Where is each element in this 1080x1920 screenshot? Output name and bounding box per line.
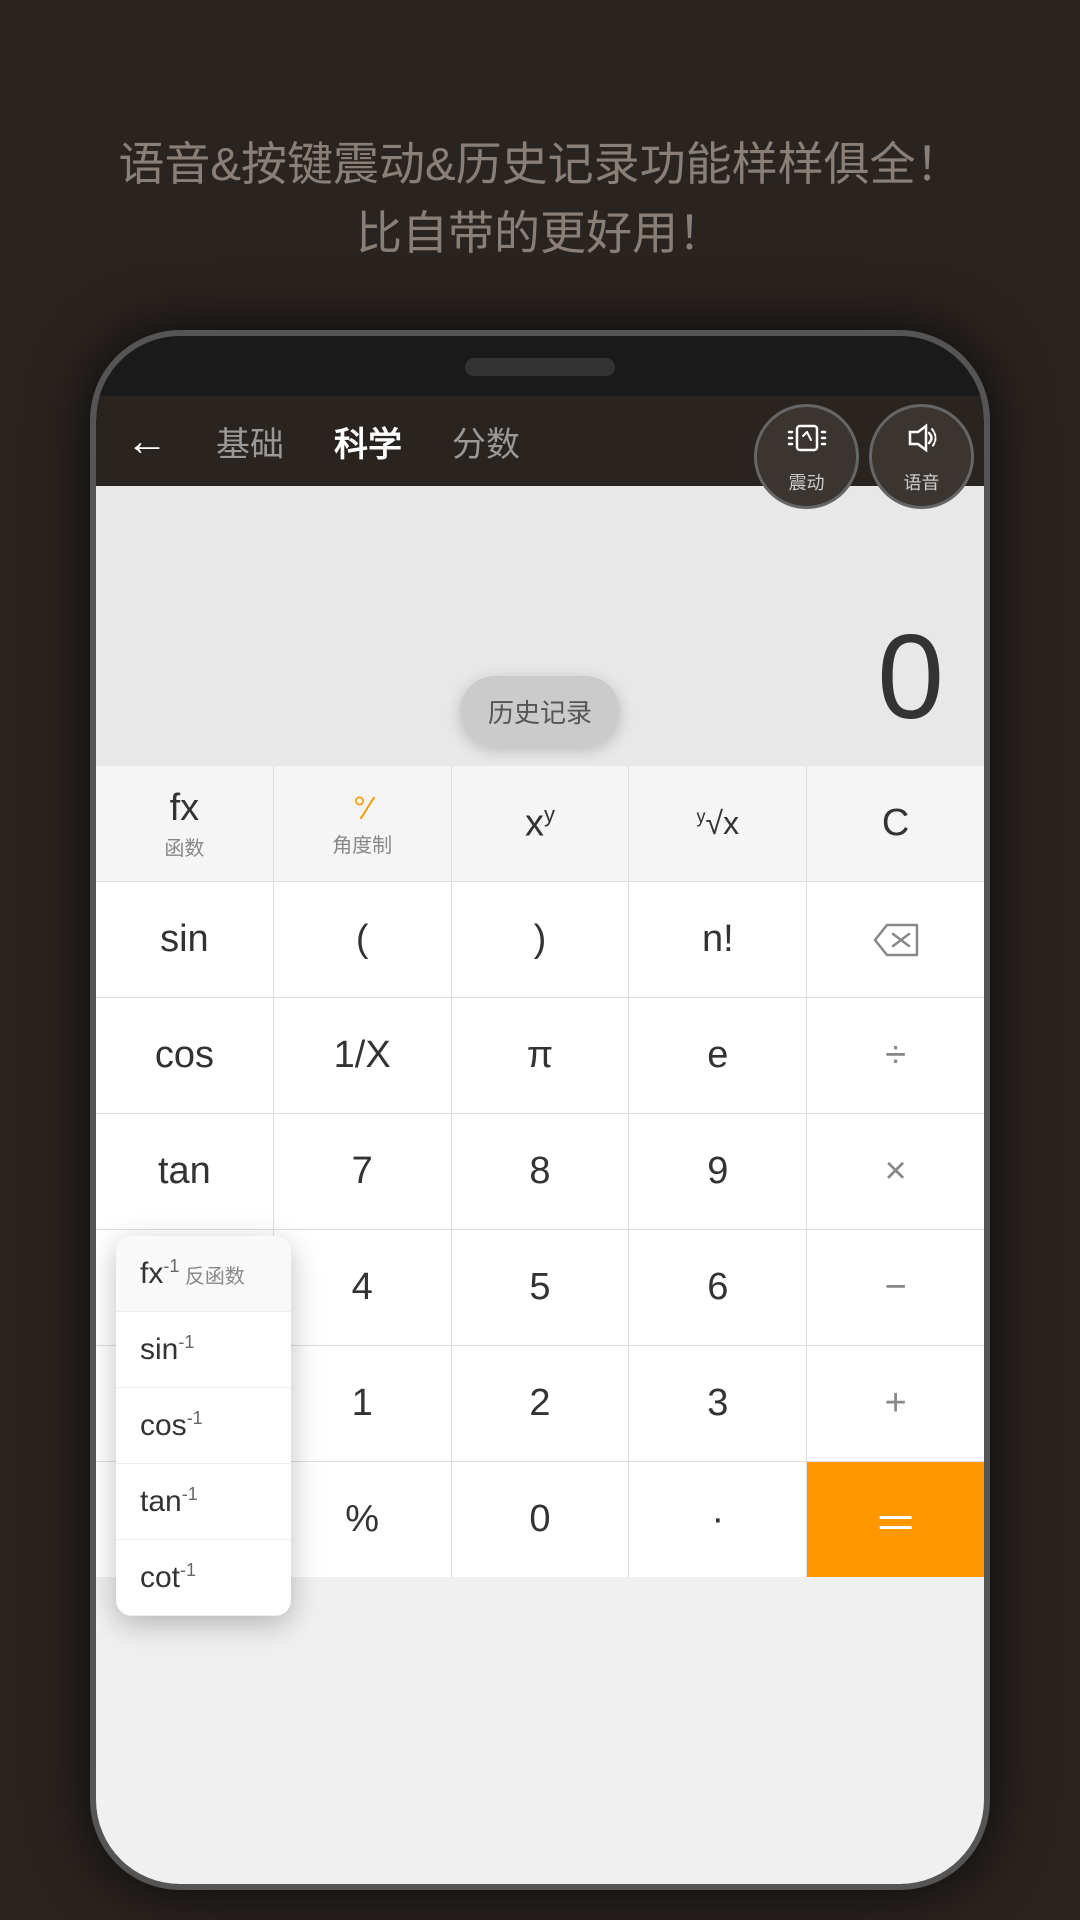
key-multiply[interactable]: ×: [807, 1114, 984, 1229]
key-4[interactable]: 4: [274, 1230, 452, 1345]
promo-text: 语音&按键震动&历史记录功能样样俱全！ 比自带的更好用！: [0, 130, 1080, 268]
key-row-3: cos 1/X π e ÷: [96, 998, 984, 1114]
key-angle[interactable]: °∕ 角度制: [274, 766, 452, 881]
popup-item-cot-inv[interactable]: cot-1: [116, 1540, 291, 1616]
key-sin[interactable]: sin: [96, 882, 274, 997]
tab-basic[interactable]: 基础: [216, 417, 284, 466]
key-clear[interactable]: C: [807, 766, 984, 881]
tab-science[interactable]: 科学: [334, 417, 402, 466]
history-button[interactable]: 历史记录: [460, 676, 620, 746]
key-open-paren[interactable]: (: [274, 882, 452, 997]
key-row-2: sin ( ) n!: [96, 882, 984, 998]
key-fx[interactable]: fx 函数: [96, 766, 274, 881]
popup-item-cos-inv[interactable]: cos-1: [116, 1388, 291, 1464]
key-row-1: fx 函数 °∕ 角度制 xy y√x C: [96, 766, 984, 882]
key-backspace[interactable]: [807, 882, 984, 997]
speaker: [465, 358, 615, 376]
key-2[interactable]: 2: [452, 1346, 630, 1461]
key-6[interactable]: 6: [629, 1230, 807, 1345]
key-pi[interactable]: π: [452, 998, 630, 1113]
action-buttons: 震动 语音: [754, 404, 974, 509]
key-1[interactable]: 1: [274, 1346, 452, 1461]
promo-line2: 比自带的更好用！: [60, 199, 1020, 268]
sound-button[interactable]: 语音: [869, 404, 974, 509]
tab-fraction[interactable]: 分数: [452, 417, 520, 466]
key-close-paren[interactable]: ): [452, 882, 630, 997]
display-value: 0: [877, 608, 944, 746]
display-area: 历史记录 0: [96, 486, 984, 766]
key-subtract[interactable]: −: [807, 1230, 984, 1345]
vibrate-button[interactable]: 震动: [754, 404, 859, 509]
key-root[interactable]: y√x: [629, 766, 807, 881]
backspace-icon: [871, 921, 921, 959]
key-decimal[interactable]: ·: [629, 1462, 807, 1577]
nav-tabs: 基础 科学 分数: [216, 417, 520, 466]
phone-screen: ← 基础 科学 分数: [96, 396, 984, 1884]
key-cos[interactable]: cos: [96, 998, 274, 1113]
popup-menu: fx-1 反函数 sin-1 cos-1 tan-1 cot-1: [116, 1236, 291, 1616]
key-row-4: tan 7 8 9 ×: [96, 1114, 984, 1230]
promo-line1: 语音&按键震动&历史记录功能样样俱全！: [60, 130, 1020, 199]
popup-item-tan-inv[interactable]: tan-1: [116, 1464, 291, 1540]
key-percent[interactable]: %: [274, 1462, 452, 1577]
key-9[interactable]: 9: [629, 1114, 807, 1229]
key-factorial[interactable]: n!: [629, 882, 807, 997]
vibrate-icon: [787, 418, 827, 467]
key-0[interactable]: 0: [452, 1462, 630, 1577]
key-reciprocal[interactable]: 1/X: [274, 998, 452, 1113]
key-3[interactable]: 3: [629, 1346, 807, 1461]
key-power[interactable]: xy: [452, 766, 630, 881]
nav-bar: ← 基础 科学 分数: [96, 396, 984, 486]
key-divide[interactable]: ÷: [807, 998, 984, 1113]
key-5[interactable]: 5: [452, 1230, 630, 1345]
sound-label: 语音: [904, 469, 940, 495]
key-8[interactable]: 8: [452, 1114, 630, 1229]
key-equals[interactable]: ＝: [807, 1462, 984, 1577]
phone-frame: ← 基础 科学 分数: [90, 330, 990, 1890]
key-7[interactable]: 7: [274, 1114, 452, 1229]
popup-item-fx-inv[interactable]: fx-1 反函数: [116, 1236, 291, 1312]
back-button[interactable]: ←: [126, 417, 186, 465]
popup-item-sin-inv[interactable]: sin-1: [116, 1312, 291, 1388]
sound-icon: [902, 418, 942, 467]
vibrate-label: 震动: [789, 469, 825, 495]
key-add[interactable]: +: [807, 1346, 984, 1461]
key-tan[interactable]: tan: [96, 1114, 274, 1229]
key-e[interactable]: e: [629, 998, 807, 1113]
